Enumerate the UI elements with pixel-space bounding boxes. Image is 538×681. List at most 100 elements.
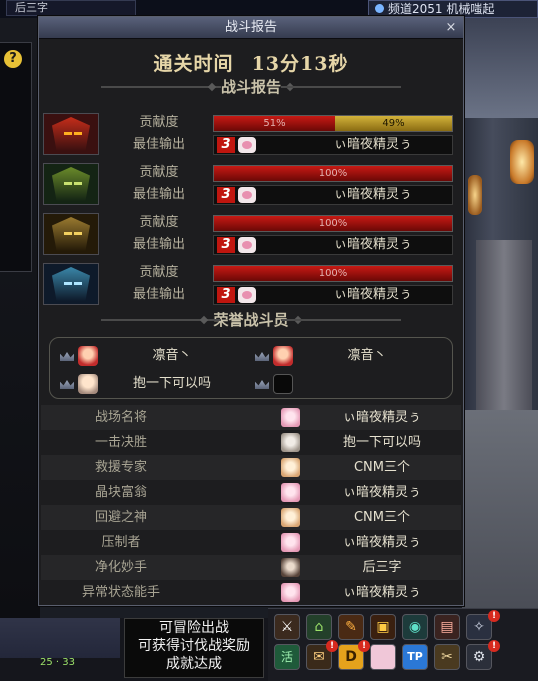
award-winner-name: ぃ暗夜精灵ぅ [342,485,421,500]
player-row: 贡献度 最佳输出 100% 3 ぃ暗夜精灵ぅ [41,163,453,207]
tooltip-line: 成就达成 [166,656,222,672]
tooltip-line: 可获得讨伐战奖励 [138,638,250,654]
eye-icon[interactable]: ◉ [402,614,428,640]
lantern-decoration-small [468,175,482,215]
best-output-name: ぃ暗夜精灵ぅ [333,237,412,252]
honor-section-title: 荣誉战斗员 [213,311,289,329]
report-section-title: 战斗报告 [220,78,281,96]
crown-icon [60,380,74,389]
party-portraits [0,618,120,658]
character-portrait [43,113,99,155]
ornament-line-right [281,86,401,88]
clear-time: 通关时间 13分13秒 [39,49,463,77]
contribution-segment: 51% [214,116,335,131]
avatar [281,558,300,577]
tp-icon[interactable]: TP [402,644,428,670]
award-winner-name: CNM三个 [353,460,411,475]
channel-text: 频道2051 机械嗤起 [388,2,495,16]
scroll-icon[interactable]: ✂ [434,644,460,670]
award-title: 净化妙手 [94,560,147,575]
checkin-icon[interactable]: 活 [274,644,300,670]
character-portrait [43,213,99,255]
gift-icon[interactable]: ▣ [370,614,396,640]
best-output-box: 3 ぃ暗夜精灵ぅ [213,235,453,255]
crown-icon [60,352,74,361]
diamond-ornament-icon [200,315,209,325]
home-icon[interactable]: ⌂ [306,614,332,640]
player-row: 贡献度 最佳输出 51% 49% 3 ぃ暗夜精灵ぅ [41,113,453,157]
contribution-bar: 100% [213,265,453,282]
award-title: 战场名将 [94,410,147,425]
award-row: 救援专家 CNM三个 [41,455,461,480]
award-winner-name: CNM三个 [353,510,411,525]
award-row: 净化妙手 后三字 [41,555,461,580]
crown-icon [255,352,269,361]
notification-badge: ! [358,640,370,652]
ornament-line-right [281,319,401,321]
report-section-header: 战斗报告 [39,77,463,97]
player-row: 贡献度 最佳输出 100% 3 ぃ暗夜精灵ぅ [41,263,453,307]
eye-glow [64,282,72,285]
eye-glow [64,232,72,235]
contribution-segment: 100% [214,166,452,181]
battle-report-dialog: 战斗报告 × 通关时间 13分13秒 战斗报告 贡献度 最佳输出 51% 49% 3… [38,16,464,606]
honor-entry-empty [255,374,445,396]
eye-glow [64,182,72,185]
eye-glow [64,132,72,135]
quest-icon[interactable]: ✎ [338,614,364,640]
award-title: 一击决胜 [94,435,147,450]
eye-glow [74,232,82,235]
book-icon[interactable]: ▤ [434,614,460,640]
best-output-name: ぃ暗夜精灵ぅ [333,287,412,302]
contribution-label: 贡献度 [139,265,179,280]
awards-list: 战场名将 ぃ暗夜精灵ぅ 一击决胜 抱一下可以吗 救援专家 CNM三个 晶块富翁 … [41,405,461,605]
ornament-line-left [101,86,221,88]
player-row: 贡献度 最佳输出 100% 3 ぃ暗夜精灵ぅ [41,213,453,257]
skill-rank-icon: 3 [217,237,235,253]
status-tooltip: 可冒险出战 可获得讨伐战奖励 成就达成 [124,618,264,678]
character-portrait [43,163,99,205]
diamond-ornament-icon [207,82,217,92]
best-output-label: 最佳输出 [132,137,185,152]
close-icon[interactable]: × [443,20,459,35]
dialog-titlebar: 战斗报告 × [39,17,463,39]
best-output-name: ぃ暗夜精灵ぅ [333,187,412,202]
top-tab[interactable]: 后三字 [6,0,136,16]
clear-time-value: 13分13秒 [251,53,349,75]
award-title: 压制者 [101,535,141,550]
avatar [78,346,98,366]
avatar-shop-icon[interactable] [370,644,396,670]
award-winner-name: 后三字 [362,560,402,575]
avatar [281,533,300,552]
award-row: 晶块富翁 ぃ暗夜精灵ぅ [41,480,461,505]
contribution-label: 贡献度 [139,215,179,230]
best-output-label: 最佳输出 [132,237,185,252]
best-output-box: 3 ぃ暗夜精灵ぅ [213,285,453,305]
lantern-decoration [510,140,534,184]
dialog-title: 战斗报告 [224,20,277,35]
contribution-segment: 49% [335,116,452,131]
skill-rank-icon: 3 [217,137,235,153]
award-title: 晶块富翁 [94,485,147,500]
honor-entry[interactable]: 凛音丶 [60,346,250,368]
menu-bar: ⚔ ⌂ ✎ ▣ ◉ ▤ ✧ ! 活 ✉ ! D ! TP ✂ ⚙ ! [268,578,538,681]
honor-entry[interactable]: 凛音丶 [255,346,445,368]
notification-badge: ! [488,640,500,652]
empty-avatar-slot [273,374,293,394]
honor-name: 抱一下可以吗 [132,376,211,391]
pet-icon [238,137,256,153]
globe-icon [375,4,384,13]
help-icon[interactable]: ? [4,50,22,68]
best-output-box: 3 ぃ暗夜精灵ぅ [213,185,453,205]
contribution-segment: 100% [214,216,452,231]
pet-icon [238,187,256,203]
pet-icon [238,237,256,253]
eye-glow [74,282,82,285]
best-output-label: 最佳输出 [132,287,185,302]
level-b: 33 [62,657,76,668]
honor-entry[interactable]: 抱一下可以吗 [60,374,250,396]
clear-time-label: 通关时间 [153,53,234,75]
eye-glow [74,132,82,135]
fighter-icon[interactable]: ⚔ [274,614,300,640]
best-output-box: 3 ぃ暗夜精灵ぅ [213,135,453,155]
